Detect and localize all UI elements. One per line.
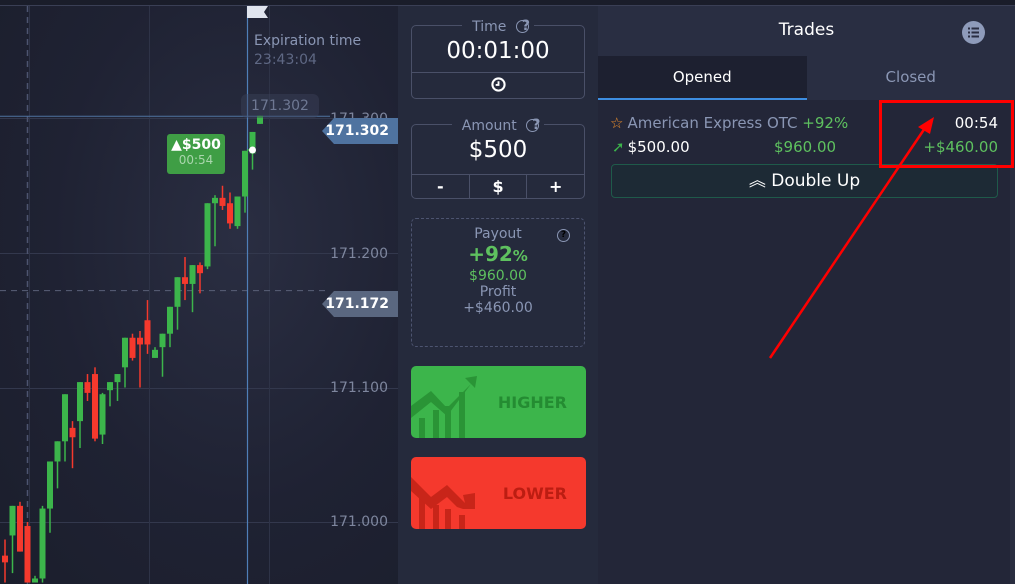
help-icon[interactable]: ? [526,118,540,132]
payout-percent: +92% [468,242,528,266]
trades-title: Trades [778,20,835,40]
expiration-label: Expiration time [254,33,362,49]
candle-bullish [77,382,83,422]
candle-bullish [62,394,68,442]
open-trade-badge[interactable]: ▲$500 00:54 [167,134,225,174]
double-chevron-up-icon: ︽ [748,171,766,191]
help-icon[interactable]: ? [515,19,530,33]
trade-entry-point [249,146,256,154]
amount-decrease-button[interactable]: - [412,175,469,199]
help-icon[interactable]: ? [557,229,570,242]
higher-label: HIGHER [497,393,567,412]
annotation-highlight-box [879,100,1014,168]
clock-icon[interactable] [412,73,584,95]
candle-bullish [32,578,38,583]
candle-bearish [227,203,233,224]
candle-bullish [212,197,218,204]
lower-button[interactable]: LOWER [411,457,586,529]
candle-bearish [129,337,136,358]
candle-bearish [144,320,151,345]
candle-bullish [167,306,173,334]
candle-bullish [107,382,113,391]
lower-label: LOWER [502,484,567,503]
trades-tabs: Opened Closed [598,56,1015,100]
time-value[interactable]: 00:01:00 [412,38,584,72]
candle-bullish [99,394,106,435]
time-field[interactable]: Time ? 00:01:00 [411,19,585,99]
double-up-button[interactable]: ︽ Double Up [611,164,998,198]
trade-badge-amount: $500 [181,137,221,153]
payout-box: ? Payout +92% $960.00 Profit +$460.00 [411,218,585,347]
trade-asset: American Express OTC [627,114,798,132]
chart-down-icon [411,477,475,529]
candle-bearish [84,382,91,393]
candle-bullish [234,196,241,227]
amount-value[interactable]: $500 [412,137,584,174]
candle-bearish [182,277,188,284]
candle-bullish [47,461,53,509]
profit-label: Profit [479,284,517,300]
candle-bearish [92,374,98,439]
up-triangle-icon: ▲ [171,137,182,153]
trades-panel: Trades Opened Closed ☆ American Express O… [598,6,1015,584]
trade-amount: $500.00 [627,138,690,156]
reference-price-tag: 171.172 [322,291,398,317]
candle-bullish [204,203,211,267]
currency-toggle-button[interactable]: $ [468,175,527,199]
arrow-up-right-icon: ➚ [612,138,625,156]
trade-panel: Time ? 00:01:00 Amount ? $500 - $ + ? Pa… [398,6,598,584]
time-label: Time [467,19,512,35]
candle-bullish [9,505,16,536]
amount-field[interactable]: Amount ? $500 - $ + [411,118,585,199]
amount-label: Amount [456,118,522,134]
candle-bullish [114,374,121,383]
list-icon[interactable] [962,21,985,44]
hover-price: 171.302 [241,94,319,118]
candle-bearish [24,526,31,583]
higher-button[interactable]: HIGHER [411,366,586,438]
y-tick-label: 171.100 [330,380,388,396]
candle-bearish [137,337,143,345]
chart-up-icon [411,376,477,438]
trade-payout: $960.00 [774,138,837,156]
price-chart[interactable]: Expiration time 23:43:04 171.302 171.300… [0,6,398,584]
time-clock-row[interactable] [412,72,584,95]
candle-bullish [189,265,196,284]
candle-bullish [122,337,128,368]
candle-bearish [2,555,8,563]
current-price-tag: 171.302 [322,118,398,144]
candle-bearish [17,505,23,552]
candle-bearish [69,427,76,438]
candle-bearish [197,265,203,274]
profit-value: +$460.00 [463,300,533,316]
tab-opened[interactable]: Opened [598,56,807,100]
candle-bullish [39,508,46,579]
trade-badge-countdown: 00:54 [178,153,214,167]
candle-bullish [242,150,248,197]
y-tick-label: 171.000 [330,514,388,530]
candle-bullish [152,349,158,358]
tab-closed[interactable]: Closed [806,56,1015,100]
payout-total: $960.00 [469,268,527,284]
candle-bullish [159,333,166,348]
y-tick-label: 171.200 [330,246,388,262]
trade-payout-pct: +92% [802,114,849,132]
expiration-flag-icon [247,6,268,18]
expiration-time: 23:43:04 [254,52,317,68]
candle-bullish [174,277,181,307]
star-icon[interactable]: ☆ [610,114,623,132]
candle-bearish [219,197,226,206]
candle-bullish [54,441,61,462]
amount-increase-button[interactable]: + [526,175,584,199]
